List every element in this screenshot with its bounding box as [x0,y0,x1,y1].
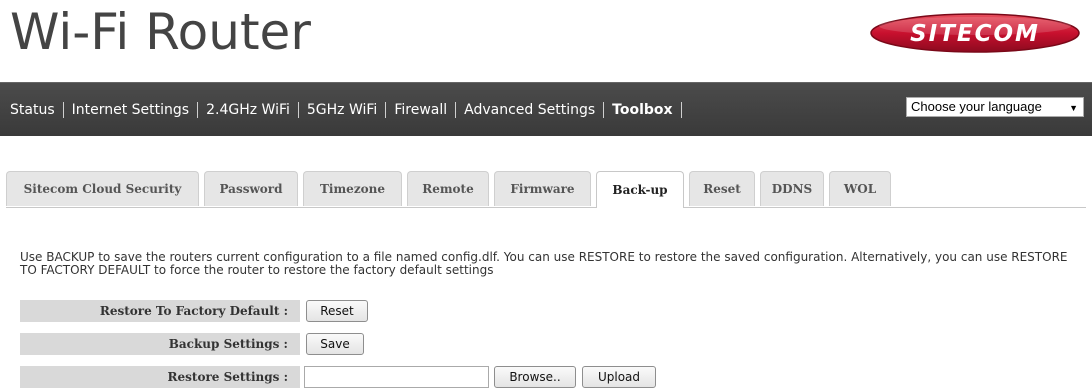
nav-24ghz-wifi[interactable]: 2.4GHz WiFi [198,101,299,118]
tab-remote[interactable]: Remote [407,171,489,206]
tab-wol[interactable]: WOL [829,171,891,206]
save-button[interactable]: Save [306,333,364,355]
tab-timezone[interactable]: Timezone [303,171,402,206]
browse-button[interactable]: Browse.. [494,366,576,388]
page-title: Wi-Fi Router [10,3,311,61]
tab-password[interactable]: Password [204,171,298,206]
sitecom-logo-text: SITECOM [910,21,1040,47]
nav-internet-settings[interactable]: Internet Settings [64,101,199,118]
factory-default-label: Restore To Factory Default : [20,300,300,322]
tab-sitecom-cloud-security[interactable]: Sitecom Cloud Security [6,171,199,206]
nav-5ghz-wifi[interactable]: 5GHz WiFi [299,101,387,118]
tab-ddns[interactable]: DDNS [760,171,824,206]
language-select-value: Choose your language [911,99,1042,114]
backup-settings-label: Backup Settings : [20,333,300,355]
nav-advanced-settings[interactable]: Advanced Settings [456,101,605,118]
tab-back-up[interactable]: Back-up [596,171,684,208]
tab-reset[interactable]: Reset [689,171,755,206]
backup-description: Use BACKUP to save the routers current c… [20,250,1068,277]
language-select[interactable]: Choose your language ▼ [906,97,1084,117]
nav-firewall[interactable]: Firewall [386,101,457,118]
toolbox-tabs: Sitecom Cloud Security Password Timezone… [6,171,1086,208]
sitecom-logo: SITECOM [870,13,1080,53]
nav-toolbox[interactable]: Toolbox [604,101,682,118]
upload-button[interactable]: Upload [582,366,656,388]
tab-firmware[interactable]: Firmware [494,171,591,206]
restore-file-input[interactable] [304,366,489,388]
restore-settings-label: Restore Settings : [20,366,300,388]
chevron-down-icon: ▼ [1069,103,1078,113]
nav-status[interactable]: Status [0,101,64,118]
reset-button[interactable]: Reset [306,300,368,322]
